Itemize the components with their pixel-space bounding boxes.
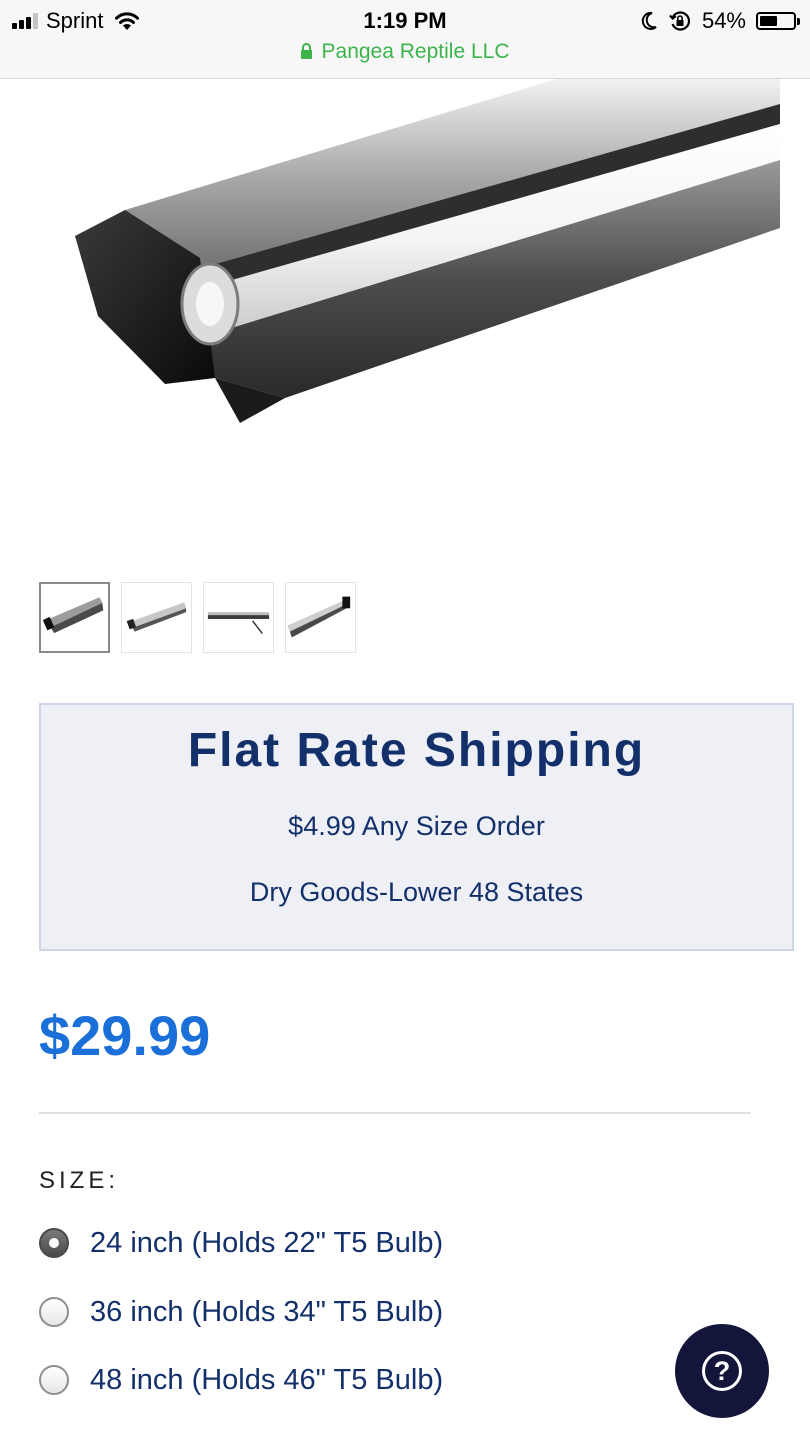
shipping-title: Flat Rate Shipping [187,724,646,777]
size-option-24-inch[interactable]: 24 inch (Holds 22" T5 Bulb) [39,1225,443,1261]
shipping-region: Dry Goods-Lower 48 States [249,877,584,907]
question-mark-icon: ? [702,1351,742,1391]
flat-rate-shipping-banner: Flat Rate Shipping $4.99 Any Size Order … [39,703,794,951]
size-label: SIZE: [39,1167,120,1194]
battery-level [760,16,778,26]
divider [39,1112,751,1114]
size-option-36-inch[interactable]: 36 inch (Holds 34" T5 Bulb) [39,1294,443,1330]
help-chat-button[interactable]: ? [675,1324,769,1418]
lock-icon [300,43,312,59]
shipping-rate: $4.99 Any Size Order [288,811,545,841]
status-bar: Sprint 1:19 PM 54% Pangea Reptile LLC [0,0,810,79]
thumbnail-1[interactable] [39,582,110,653]
thumbnail-strip [39,582,356,653]
moon-icon [641,11,657,30]
size-option-label: 36 inch (Holds 34" T5 Bulb) [90,1296,444,1328]
size-radio-48-inch[interactable] [39,1365,69,1395]
product-price: $29.99 [39,1004,211,1067]
battery-percent: 54% [701,8,746,33]
secure-site-label[interactable]: Pangea Reptile LLC [0,38,810,66]
t5-light-fixture-image[interactable] [40,78,780,538]
thumbnail-2[interactable] [121,582,192,653]
thumbnail-4[interactable] [285,582,356,653]
product-page: Sprint 1:19 PM 54% Pangea Reptile LLC Fl… [0,0,810,1440]
size-option-label: 48 inch (Holds 46" T5 Bulb) [90,1364,444,1396]
battery-icon [756,12,800,30]
status-right: 54% [640,6,800,36]
rotation-lock-icon [669,11,690,31]
size-option-label: 24 inch (Holds 22" T5 Bulb) [90,1227,444,1259]
size-radio-24-inch[interactable] [39,1228,69,1258]
size-option-48-inch[interactable]: 48 inch (Holds 46" T5 Bulb) [39,1362,443,1398]
site-name: Pangea Reptile LLC [321,40,510,63]
size-radio-36-inch[interactable] [39,1297,69,1327]
thumbnail-3[interactable] [203,582,274,653]
